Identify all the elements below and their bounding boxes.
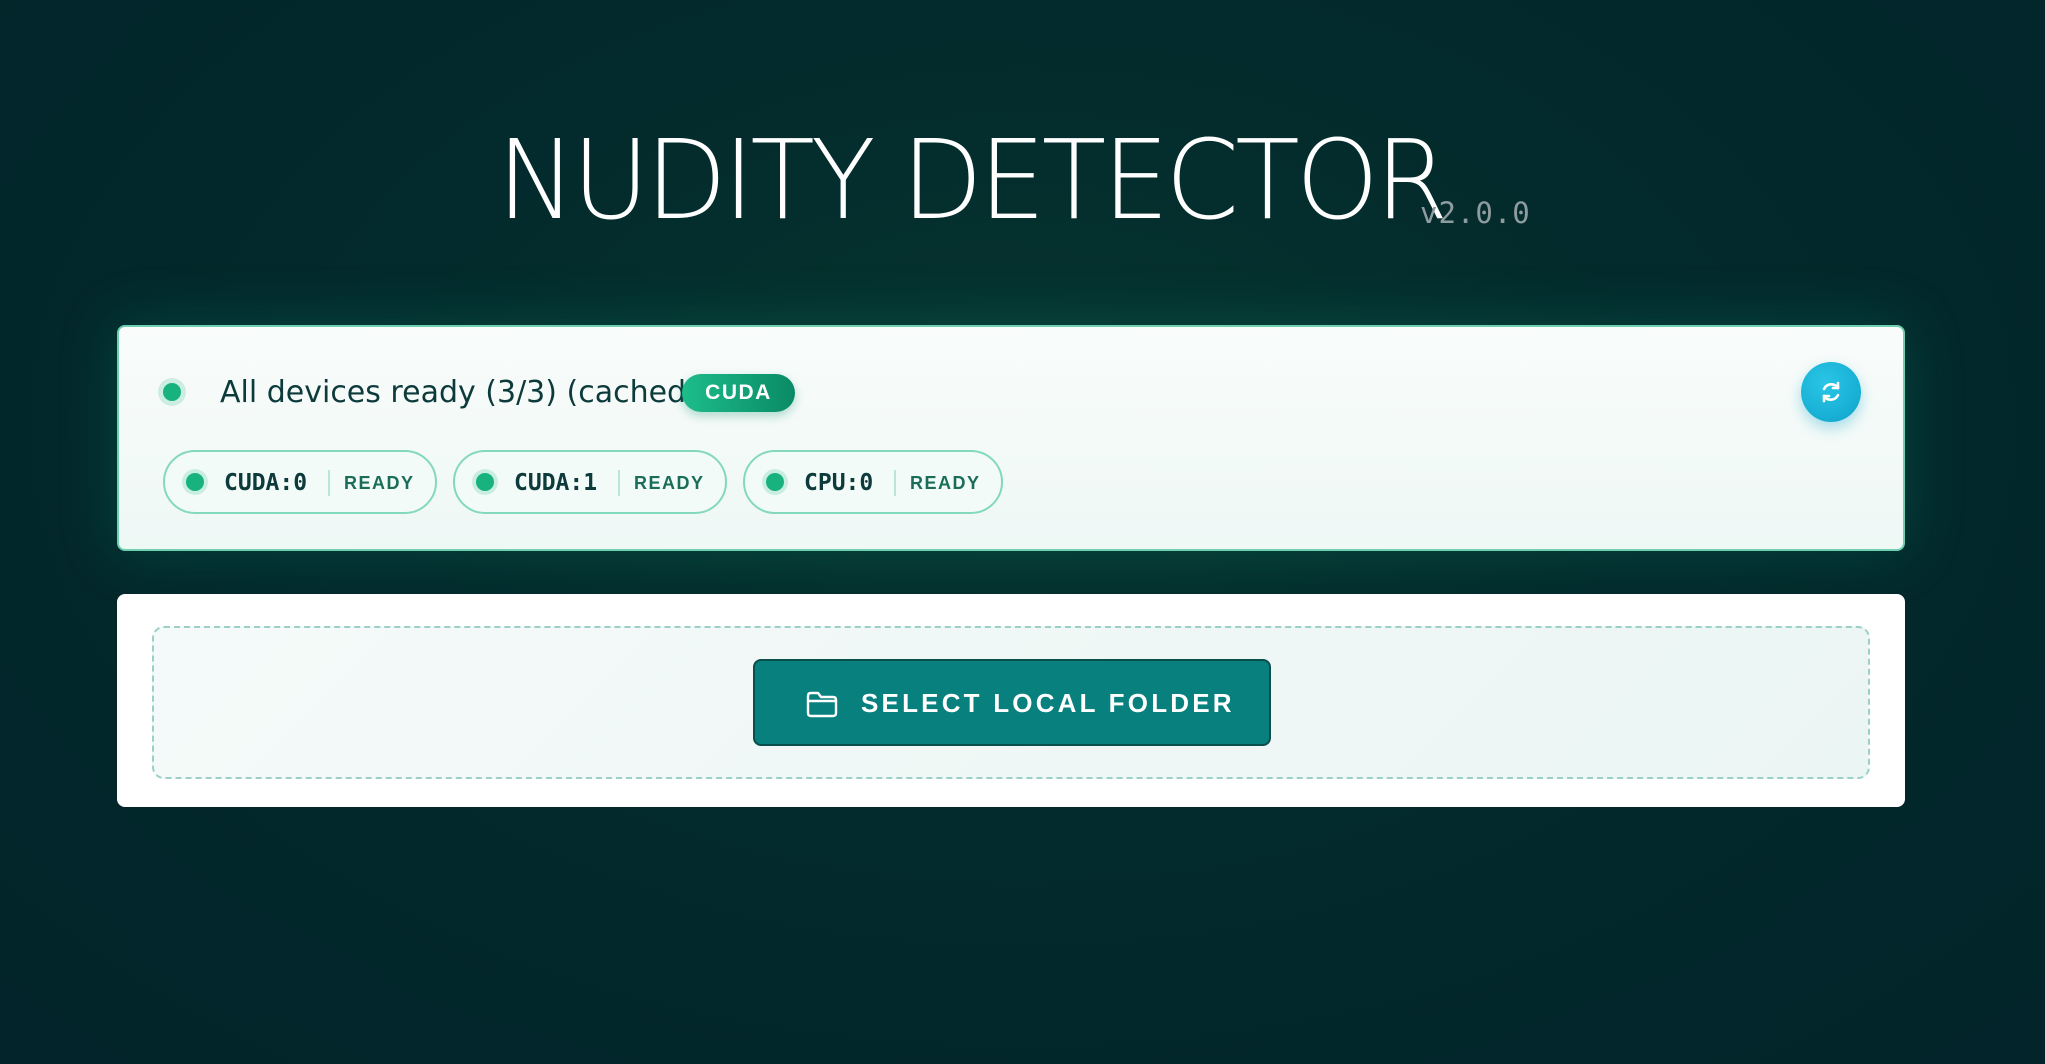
folder-icon bbox=[806, 691, 838, 718]
refresh-button[interactable] bbox=[1801, 362, 1861, 422]
device-status-dot bbox=[476, 473, 494, 491]
chip-divider bbox=[328, 470, 330, 496]
device-status-dot bbox=[186, 473, 204, 491]
device-chip-cuda-1: CUDA:1 READY bbox=[453, 450, 727, 514]
device-status-card: All devices ready (3/3) (cached) CUDA CU… bbox=[117, 325, 1905, 551]
backend-badge: CUDA bbox=[682, 374, 795, 412]
device-name: CPU:0 bbox=[804, 470, 874, 496]
device-state: READY bbox=[344, 473, 415, 493]
device-status-dot bbox=[766, 473, 784, 491]
device-chip-cuda-0: CUDA:0 READY bbox=[163, 450, 437, 514]
device-name: CUDA:0 bbox=[224, 470, 308, 496]
device-chip-cpu-0: CPU:0 READY bbox=[743, 450, 1003, 514]
device-state: READY bbox=[634, 473, 705, 493]
chip-divider bbox=[894, 470, 896, 496]
device-state: READY bbox=[910, 473, 981, 493]
device-name: CUDA:1 bbox=[514, 470, 598, 496]
refresh-icon bbox=[1822, 381, 1840, 403]
status-indicator-dot bbox=[163, 383, 181, 401]
app-version: v2.0.0 bbox=[1420, 196, 1531, 230]
app-title: NUDITY DETECTOR bbox=[497, 116, 1449, 244]
select-folder-label: SELECT LOCAL FOLDER bbox=[861, 688, 1235, 718]
chip-divider bbox=[618, 470, 620, 496]
app-header: NUDITY DETECTOR v2.0.0 bbox=[0, 120, 2045, 240]
status-message: All devices ready (3/3) (cached) bbox=[220, 375, 698, 410]
select-folder-button[interactable]: SELECT LOCAL FOLDER bbox=[753, 659, 1271, 746]
